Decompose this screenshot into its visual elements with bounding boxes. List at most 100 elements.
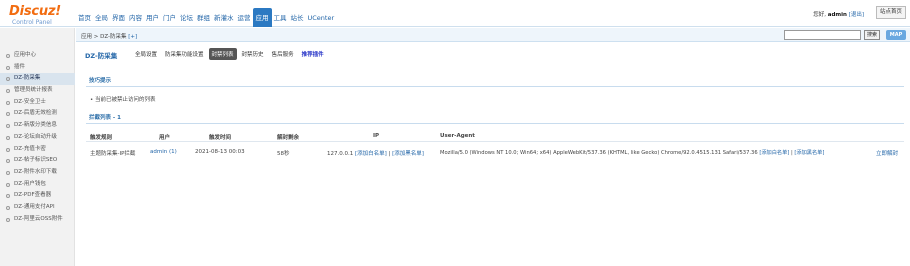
tab-ban-history[interactable]: 封禁历史 [239,48,267,60]
cell-user-link[interactable]: admin (1) [150,149,177,155]
nav-interface[interactable]: 界面 [110,12,127,27]
bullet-icon [6,65,10,70]
tab-feature-settings[interactable]: 防采集功能设置 [162,48,207,60]
sidebar-item-recharge-card[interactable]: DZ-充值卡密 [0,144,75,156]
tab-ban-list[interactable]: 封禁列表 [208,48,237,60]
col-user-agent: User-Agent [440,133,475,139]
nav-tools[interactable]: 工具 [272,12,289,27]
sub-tabs: 全局设置 防采集功能设置 封禁列表 封禁历史 售后服务 推荐插件 [132,48,329,60]
map-button[interactable]: MAP [886,30,906,40]
sidebar-item-plugins[interactable]: 插件 [0,62,75,74]
cell-rule: 主题防采集-IP拦截 [90,151,136,157]
sidebar-item-label: DZ-附件水印下载 [14,168,57,175]
user-info: 您好, admin [退出] [813,10,864,18]
col-remaining: 解封剩余 [277,135,300,141]
sidebar-item-oss-attachments[interactable]: DZ-阿里云OSS附件 [0,214,75,226]
tip-item: • 当前已被禁止访问的列表 [90,97,156,103]
sidebar-item-payment-api[interactable]: DZ-通用支付API [0,202,75,214]
nav-portal[interactable]: 门户 [161,12,178,27]
top-bar: Discuz! Control Panel 首页 全局 界面 内容 用户 门户 … [0,0,910,27]
table-header: 触发规则 用户 触发时间 解封剩余 IP User-Agent [86,130,904,142]
sidebar-item-auto-upgrade[interactable]: DZ-论坛自动升级 [0,132,75,144]
nav-webmaster[interactable]: 站长 [289,12,306,27]
tips-heading: 技巧提示 [86,76,904,87]
cell-user-agent: Mozilla/5.0 (Windows NT 10.0; Win64; x64… [440,149,824,156]
tab-recommended-plugins[interactable]: 推荐插件 [299,48,327,60]
bullet-icon [6,159,10,164]
tabs-row: DZ-防采集 全局设置 防采集功能设置 封禁列表 封禁历史 售后服务 推荐插件 [80,46,906,62]
ip-blacklist-link[interactable]: [添加黑名单] [392,151,424,157]
bullet-icon [6,124,10,129]
ua-whitelist-link[interactable]: [添加白名单] [759,150,789,156]
col-time: 触发时间 [209,135,232,141]
logo-subtitle: Control Panel [12,19,52,26]
nav-ucenter[interactable]: UCenter [306,14,337,27]
sidebar-item-label: DZ-新版分类信息 [14,122,57,129]
ip-separator: | [388,151,391,157]
bullet-icon [6,182,10,187]
bullet-icon [6,194,10,199]
tab-global-settings[interactable]: 全局设置 [132,48,160,60]
nav-global[interactable]: 全局 [93,12,110,27]
main-content: DZ-防采集 全局设置 防采集功能设置 封禁列表 封禁历史 售后服务 推荐插件 … [80,46,906,157]
sidebar-item-label: DZ-论坛自动升级 [14,133,57,140]
username: admin [827,12,847,18]
bullet-icon [6,54,10,58]
nav-groups[interactable]: 群组 [195,12,212,27]
breadcrumb-bar: 应用 > DZ-防采集 [+] 搜索 MAP [76,28,910,42]
sidebar-item-label: DZ-防采集 [14,75,41,82]
col-user: 用户 [159,135,171,141]
sidebar-item-label: DZ-安全卫士 [14,98,46,105]
search-input[interactable] [784,30,861,40]
sidebar-item-label: DZ-帖子标识SEO [14,157,58,164]
list-heading: 拦截列表 - 1 [86,113,904,124]
nav-users[interactable]: 用户 [144,12,161,27]
sidebar-item-security-guard[interactable]: DZ-安全卫士 [0,97,75,109]
ip-value: 127.0.0.1 [327,151,354,157]
bullet-icon [6,217,10,222]
logo[interactable]: Discuz! Control Panel [9,5,69,26]
nav-operations[interactable]: 运营 [236,12,253,27]
sidebar-item-app-center[interactable]: 应用中心 [0,50,75,62]
tip-text: 当前已被禁止访问的列表 [95,97,156,103]
sidebar-item-thread-seo[interactable]: DZ-帖子标识SEO [0,155,75,167]
breadcrumb-text: 应用 > DZ-防采集 [81,34,127,40]
nav-forum[interactable]: 论坛 [178,12,195,27]
bullet-icon [6,135,10,140]
cell-remaining: 58秒 [277,151,290,157]
sidebar-item-label: 应用中心 [14,52,37,58]
sidebar-item-label: DZ-通用支付API [14,203,55,210]
cell-ip: 127.0.0.1 [添加白名单] | [添加黑名单] [327,149,424,157]
sidebar-item-pdf-viewer[interactable]: DZ-PDF查看器 [0,190,75,202]
sidebar-item-label: DZ-用户钱包 [14,180,46,187]
table-row: 主题防采集-IP拦截 admin (1) 2021-08-13 00:03 58… [86,146,904,158]
bullet-icon [6,147,10,152]
add-shortcut-link[interactable]: [+] [128,34,137,40]
logout-link[interactable]: [退出] [849,12,864,18]
nav-home[interactable]: 首页 [76,12,93,27]
bullet-icon [6,89,10,94]
sidebar-item-label: DZ-后盾无效检测 [14,110,57,117]
page-title: DZ-防采集 [85,52,118,60]
ip-whitelist-link[interactable]: [添加白名单] [355,151,387,157]
nav-new-posts[interactable]: 新灌水 [212,12,236,27]
sidebar-item-user-wallet[interactable]: DZ-用户钱包 [0,179,75,191]
site-home-button[interactable]: 站点首页 [876,6,906,19]
sidebar-item-label: DZ-充值卡密 [14,145,46,152]
sidebar-list: 应用中心 插件 DZ-防采集 管理员统计报表 DZ-安全卫士 DZ-后盾无效检测… [0,50,75,225]
sidebar-item-watermark-download[interactable]: DZ-附件水印下载 [0,167,75,179]
search-button[interactable]: 搜索 [864,30,880,40]
unban-now-link[interactable]: 立即解封 [876,149,898,157]
nav-apps[interactable]: 应用 [252,8,272,27]
bullet-icon [6,77,10,82]
sidebar-item-admin-stats[interactable]: 管理员统计报表 [0,85,75,97]
sidebar-item-category-info[interactable]: DZ-新版分类信息 [0,120,75,132]
tab-after-sales[interactable]: 售后服务 [269,48,297,60]
sidebar-item-label: DZ-阿里云OSS附件 [14,215,63,222]
ua-blacklist-link[interactable]: [添加黑名单] [794,150,824,156]
sidebar-item-anti-scrape[interactable]: DZ-防采集 [0,73,75,86]
user-agent-text: Mozilla/5.0 (Windows NT 10.0; Win64; x64… [440,150,758,156]
sidebar-item-invalid-check[interactable]: DZ-后盾无效检测 [0,108,75,120]
nav-content[interactable]: 内容 [127,12,144,27]
sidebar-item-label: 管理员统计报表 [14,87,53,94]
